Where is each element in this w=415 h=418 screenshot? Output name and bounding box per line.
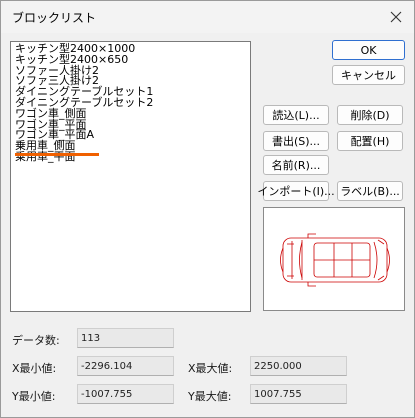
place-button[interactable]: 配置(H) (337, 131, 403, 151)
close-icon (390, 11, 402, 23)
y-min-field: -1007.755 (77, 384, 174, 404)
data-count-field: 113 (77, 328, 174, 348)
highlight-underline (15, 153, 99, 156)
block-list-dialog: ブロックリスト キッチン型2400×1000 キッチン型2400×650 ソファ… (0, 0, 415, 418)
cancel-button[interactable]: キャンセル (332, 65, 405, 85)
block-preview (263, 207, 405, 311)
window-title: ブロックリスト (12, 11, 97, 25)
x-min-label: X最小値: (12, 362, 57, 375)
read-button[interactable]: 読込(L)... (263, 105, 329, 125)
block-listbox[interactable]: キッチン型2400×1000 キッチン型2400×650 ソファー人掛け2 ソフ… (10, 41, 251, 312)
write-button[interactable]: 書出(S)... (263, 131, 329, 151)
close-button[interactable] (384, 5, 408, 29)
label-button[interactable]: ラベル(B)... (337, 181, 403, 201)
ok-button[interactable]: OK (332, 40, 405, 60)
delete-button[interactable]: 削除(D) (337, 105, 403, 125)
x-max-field: 2250.000 (250, 356, 347, 376)
data-count-label: データ数: (12, 334, 60, 347)
y-max-label: Y最大値: (188, 390, 232, 403)
x-min-field: -2296.104 (77, 356, 174, 376)
title-bar: ブロックリスト (1, 1, 414, 33)
rename-button[interactable]: 名前(R)... (263, 155, 329, 175)
car-plan-preview (280, 233, 390, 287)
y-min-label: Y最小値: (12, 390, 56, 403)
x-max-label: X最大値: (188, 362, 233, 375)
y-max-field: 1007.755 (250, 384, 347, 404)
import-button[interactable]: インポート(I)... (257, 181, 335, 201)
